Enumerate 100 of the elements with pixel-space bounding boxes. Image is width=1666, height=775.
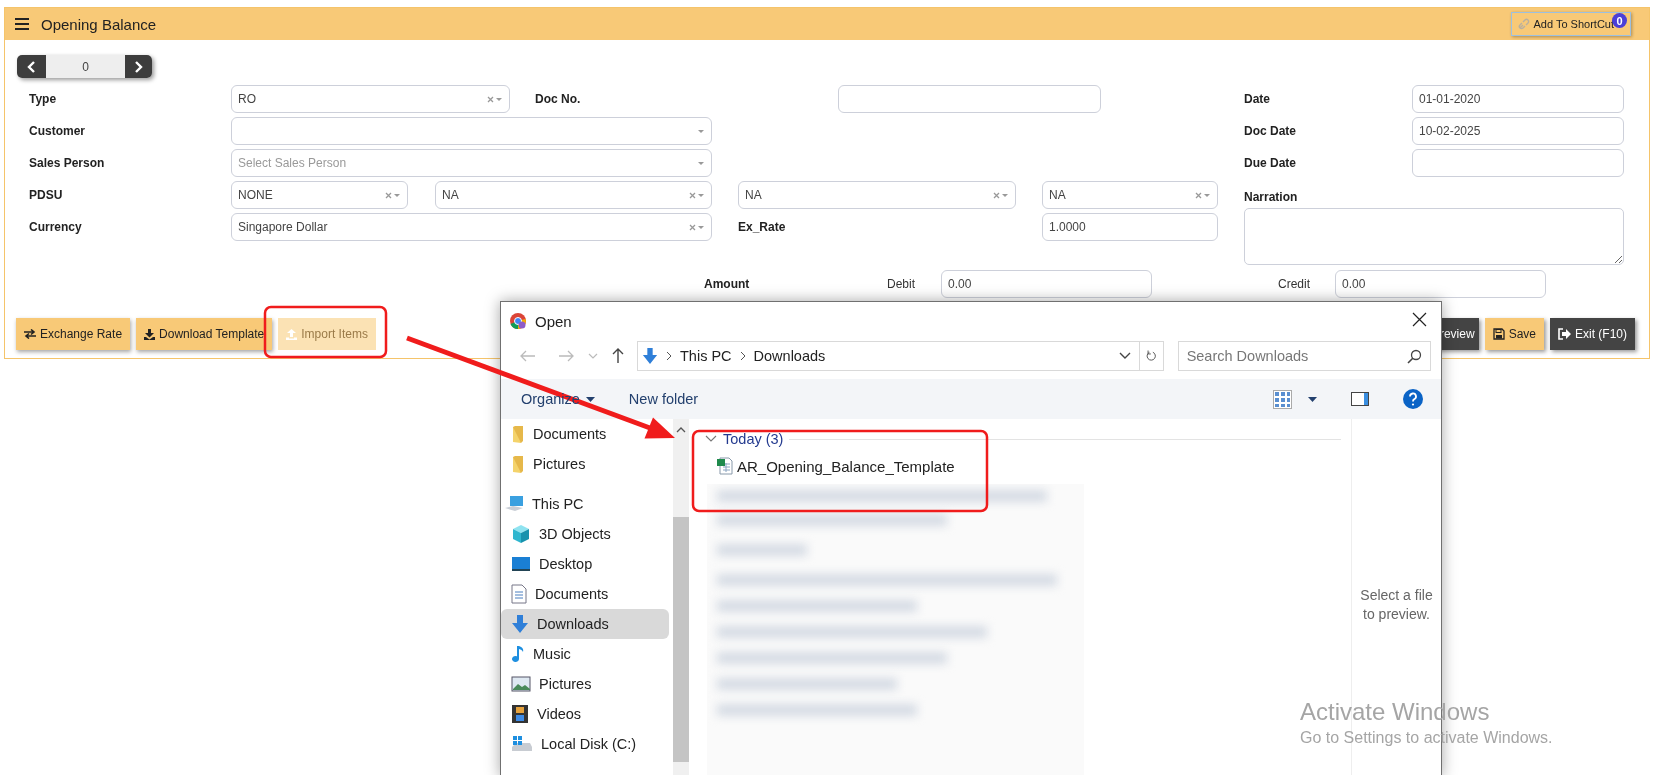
up-arrow-icon [612,348,624,364]
computer-icon [504,495,524,513]
field-label: PDSU [29,188,64,202]
film-icon [511,704,529,724]
nav-item[interactable]: Music [501,639,669,669]
grid-view-icon [1273,389,1292,409]
previous-button[interactable] [17,55,46,78]
chevron-down-icon[interactable] [1118,352,1131,360]
field-label: Credit [1278,276,1311,291]
caret-down-icon [697,160,705,166]
ex-rate-field[interactable]: 1.0000 [1042,213,1218,241]
preview-pane-button[interactable] [1351,392,1369,406]
field-label: Amount [704,276,751,291]
folder-icon [511,425,525,443]
nav-item[interactable]: Desktop [501,549,669,579]
nav-item[interactable]: Downloads [501,609,669,639]
cube-icon [511,524,531,544]
nav-item[interactable]: Videos [501,699,669,729]
save-button[interactable]: Save [1484,318,1544,350]
group-header[interactable]: Today (3) [723,431,784,447]
credit-field[interactable]: 0.00 [1335,269,1546,298]
field-label: Ex_Rate [738,220,787,234]
search-icon [1407,348,1422,364]
chevron-left-icon [27,60,36,73]
clear-icon[interactable] [993,191,1000,199]
dropdown-select[interactable] [231,117,712,145]
down-arrow-icon [511,614,529,634]
field-label: Doc Date [1244,124,1297,138]
date-field[interactable]: 01-01-2020 [1412,85,1624,113]
chevron-right-icon [739,351,746,361]
caret-down-icon [495,96,503,102]
field-label: Date [1244,92,1271,106]
clear-icon[interactable] [689,223,696,231]
field-label: Narration [1244,190,1299,204]
clear-icon[interactable] [487,95,494,103]
scrollbar[interactable] [673,419,689,775]
dropdown-select[interactable]: NA [435,181,712,209]
file-item[interactable]: AR_Opening_Balance_Template [717,452,955,480]
field-label: Debit [887,276,916,291]
refresh-icon [1145,348,1157,364]
chevron-right-icon [134,60,143,73]
chevron-down-icon[interactable] [705,435,717,443]
clear-icon[interactable] [689,191,696,199]
view-button[interactable] [1273,389,1292,409]
chevron-right-icon [666,351,672,361]
narration-field[interactable] [1244,208,1624,265]
help-icon [1403,389,1423,409]
caret-down-icon[interactable] [1308,396,1317,402]
nav-item[interactable]: This PC [501,489,669,519]
caret-down-icon [393,192,401,198]
exchange-icon [24,329,36,339]
chevron-down-icon [588,353,598,359]
caret-down-icon [697,224,705,230]
caret-down-icon [585,396,595,402]
help-button[interactable] [1403,389,1423,409]
dropdown-select[interactable]: NONE [231,181,408,209]
breadcrumb[interactable]: This PC [680,348,732,364]
drive-icon [511,735,533,753]
monitor-icon [511,556,531,572]
new-folder-button[interactable]: New folder [628,391,699,407]
search-field[interactable]: Search Downloads [1177,341,1431,371]
app-icon [509,312,527,330]
due-date-field[interactable] [1412,149,1624,177]
right-arrow-icon [558,350,574,362]
next-button[interactable] [125,55,152,78]
action-button[interactable]: Exchange Rate [16,318,131,350]
nav-item[interactable]: Local Disk (C:) [501,729,669,759]
down-arrow-icon [642,347,658,365]
field-label: Type [29,92,58,106]
dropdown-select[interactable]: NA [738,181,1016,209]
menu-icon[interactable] [15,18,29,30]
field-label: Doc No. [535,92,582,106]
address-bar[interactable]: This PC Downloads [637,341,1164,371]
caret-down-icon [697,128,705,134]
dropdown-select[interactable]: RO [231,85,510,113]
dropdown-select[interactable]: NA [1042,181,1218,209]
field-label: Currency [29,220,83,234]
dropdown-select[interactable]: Singapore Dollar [231,213,712,241]
sign-out-icon [1558,328,1571,340]
nav-item[interactable]: Pictures [501,669,669,699]
pane-icon [1351,392,1369,406]
clear-icon[interactable] [1195,191,1202,199]
doc-no-field[interactable] [838,85,1101,113]
preview-hint: Select a file to preview. [1359,586,1434,624]
debit-field[interactable]: 0.00 [941,269,1152,298]
chevron-up-icon[interactable] [676,427,686,433]
music-note-icon [511,644,525,664]
nav-item[interactable]: 3D Objects [501,519,669,549]
upload-icon [286,328,298,340]
dialog-title: Open [535,312,572,330]
doc-date-field[interactable]: 10-02-2025 [1412,117,1624,145]
breadcrumb[interactable]: Downloads [753,348,826,364]
action-button[interactable]: Download Template [136,318,273,350]
exit-button[interactable]: Exit (F10) [1550,318,1635,350]
link-icon [1518,18,1531,30]
close-icon [1412,312,1427,327]
clear-icon[interactable] [385,191,392,199]
field-label: Due Date [1244,156,1297,170]
nav-item[interactable]: Documents [501,579,669,609]
nav-item[interactable]: Pictures [501,449,669,479]
